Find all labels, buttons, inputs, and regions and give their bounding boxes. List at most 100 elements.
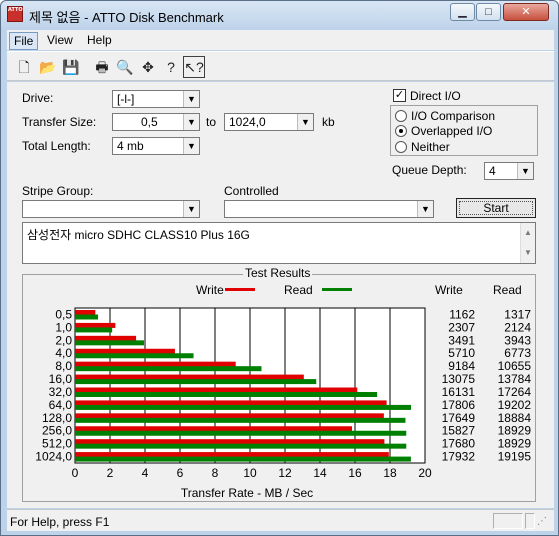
- read-value: 3943: [504, 333, 531, 347]
- neither-label[interactable]: Neither: [411, 140, 450, 154]
- read-bar: [75, 327, 113, 333]
- maximize-button[interactable]: □: [476, 3, 501, 21]
- y-tick-label: 1024,0: [35, 450, 72, 464]
- y-tick-label: 512,0: [42, 437, 72, 451]
- drive-label: Drive:: [22, 91, 54, 105]
- app-window: ATTO 제목 없음 - ATTO Disk Benchmark ▁ □ ✕ F…: [0, 0, 559, 536]
- legend-write-swatch: [225, 288, 255, 291]
- transfer-size-to-value: 1024,0: [229, 115, 266, 129]
- status-text: For Help, press F1: [10, 515, 110, 529]
- queue-depth-value: 4: [489, 164, 496, 178]
- write-value: 9184: [448, 359, 475, 373]
- chevron-down-icon[interactable]: ▼: [183, 114, 199, 130]
- transfer-size-from-select[interactable]: 0,5 ▼: [112, 113, 200, 131]
- read-value: 18884: [498, 411, 532, 425]
- description-text: 삼성전자 micro SDHC CLASS10 Plus 16G: [27, 228, 250, 242]
- transfer-size-to-select[interactable]: 1024,0 ▼: [224, 113, 314, 131]
- scroll-up-icon[interactable]: ▲: [521, 223, 535, 243]
- write-bar: [75, 400, 387, 406]
- print-preview-icon[interactable]: 🔍: [114, 56, 136, 78]
- read-bar: [75, 379, 317, 385]
- queue-depth-select[interactable]: 4 ▼: [484, 162, 534, 180]
- overlapped-io-label[interactable]: Overlapped I/O: [411, 124, 492, 138]
- read-bar: [75, 456, 411, 462]
- write-bar: [75, 322, 116, 328]
- status-pane: [525, 513, 535, 529]
- close-button[interactable]: ✕: [503, 3, 549, 21]
- read-bar: [75, 417, 406, 423]
- chevron-down-icon[interactable]: ▼: [417, 201, 433, 217]
- read-bar: [75, 353, 194, 359]
- neither-radio[interactable]: [395, 141, 407, 153]
- read-value: 13784: [498, 372, 532, 386]
- minimize-button[interactable]: ▁: [450, 3, 475, 21]
- title-bar[interactable]: ATTO 제목 없음 - ATTO Disk Benchmark ▁ □ ✕: [1, 1, 558, 29]
- scroll-down-icon[interactable]: ▼: [521, 243, 535, 263]
- resize-grip-icon[interactable]: ⋰: [537, 516, 547, 527]
- controlled-label: Controlled: [224, 184, 279, 198]
- chevron-down-icon[interactable]: ▼: [183, 138, 199, 154]
- write-bar: [75, 374, 304, 380]
- overlapped-io-radio[interactable]: [395, 125, 407, 137]
- write-bar: [75, 335, 137, 341]
- y-tick-label: 4,0: [55, 346, 72, 360]
- write-bar: [75, 426, 352, 432]
- chevron-down-icon[interactable]: ▼: [183, 201, 199, 217]
- read-value: 1317: [504, 307, 531, 321]
- atto-app-icon[interactable]: ATTO: [7, 6, 23, 22]
- write-value: 17649: [442, 411, 476, 425]
- to-label: to: [206, 115, 217, 129]
- write-value: 1162: [449, 307, 475, 321]
- io-comparison-radio[interactable]: [395, 110, 407, 122]
- x-tick-label: 18: [383, 466, 397, 480]
- controlled-select[interactable]: ▼: [224, 200, 434, 218]
- y-tick-label: 128,0: [42, 411, 72, 425]
- write-value: 3491: [448, 333, 475, 347]
- drive-select[interactable]: [-l-] ▼: [112, 90, 200, 108]
- direct-io-label[interactable]: Direct I/O: [410, 89, 461, 103]
- chevron-down-icon[interactable]: ▼: [183, 91, 199, 107]
- io-comparison-label[interactable]: I/O Comparison: [411, 109, 495, 123]
- move-icon[interactable]: ✥: [137, 56, 159, 78]
- description-scrollbar[interactable]: ▲ ▼: [520, 223, 535, 263]
- read-column-header: Read: [493, 283, 522, 297]
- stripe-group-select[interactable]: ▼: [22, 200, 200, 218]
- save-icon[interactable]: 💾: [60, 56, 82, 78]
- read-value: 10655: [498, 359, 532, 373]
- description-textarea[interactable]: 삼성전자 micro SDHC CLASS10 Plus 16G ▲ ▼: [22, 222, 536, 264]
- print-icon[interactable]: 🖶: [91, 56, 113, 78]
- menu-file[interactable]: File: [9, 32, 39, 50]
- y-tick-label: 8,0: [55, 359, 72, 373]
- direct-io-checkbox[interactable]: ✓: [393, 89, 406, 102]
- help-icon[interactable]: ?: [160, 56, 182, 78]
- window-title: 제목 없음 - ATTO Disk Benchmark: [29, 10, 224, 25]
- total-length-select[interactable]: 4 mb ▼: [112, 137, 200, 155]
- start-button[interactable]: Start: [456, 198, 536, 218]
- legend-read-swatch: [322, 288, 352, 291]
- y-tick-label: 0,5: [55, 307, 72, 321]
- read-value: 6773: [504, 346, 531, 360]
- read-value: 18929: [498, 437, 532, 451]
- write-bar: [75, 348, 175, 354]
- read-value: 19202: [498, 398, 532, 412]
- write-value: 13075: [442, 372, 476, 386]
- menu-view[interactable]: View: [43, 32, 77, 48]
- read-value: 2124: [504, 320, 531, 334]
- open-icon[interactable]: 📂: [37, 56, 59, 78]
- chevron-down-icon[interactable]: ▼: [297, 114, 313, 130]
- x-tick-label: 4: [142, 466, 149, 480]
- x-axis-label: Transfer Rate - MB / Sec: [181, 486, 313, 500]
- write-value: 5710: [448, 346, 475, 360]
- menu-help[interactable]: Help: [83, 32, 116, 48]
- transfer-rate-chart: Write Read Write Read 0 2 4 6 8 10 12 14 16 18 20 0…: [35, 283, 532, 500]
- context-help-icon[interactable]: ↖?: [183, 56, 205, 78]
- transfer-size-label: Transfer Size:: [22, 115, 97, 129]
- read-value: 18929: [498, 424, 532, 438]
- x-tick-label: 12: [278, 466, 292, 480]
- menu-bar: File View Help: [7, 30, 554, 50]
- chevron-down-icon[interactable]: ▼: [517, 163, 533, 179]
- new-icon[interactable]: 🗋: [13, 56, 35, 78]
- read-bar: [75, 443, 407, 449]
- transfer-size-from-value: 0,5: [141, 115, 158, 129]
- total-length-value: 4 mb: [117, 139, 144, 153]
